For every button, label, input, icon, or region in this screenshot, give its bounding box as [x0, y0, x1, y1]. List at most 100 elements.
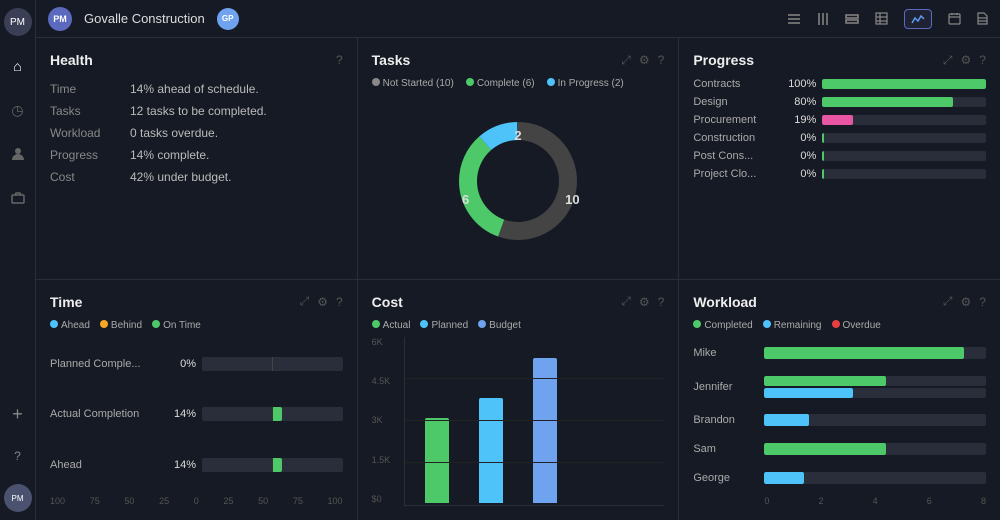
cost-panel: Cost ⤢ ⚙ ? Actual Planned Budget $0 1.5K… — [358, 280, 679, 520]
health-help-icon[interactable]: ? — [336, 53, 343, 67]
briefcase-icon[interactable] — [4, 184, 32, 212]
health-panel: Health ? Time 14% ahead of schedule. Tas… — [36, 38, 357, 279]
mike-bar-bg — [764, 347, 986, 359]
workload-legend: Completed Remaining Overdue — [693, 320, 986, 331]
health-cost-row: Cost 42% under budget. — [50, 166, 343, 188]
health-progress-value: 14% complete. — [130, 144, 343, 166]
remaining-legend: Remaining — [763, 320, 822, 331]
cost-title: Cost — [372, 294, 622, 310]
workload-george-row: George — [693, 472, 986, 484]
contracts-bar — [822, 79, 986, 89]
clock-icon[interactable]: ◷ — [4, 96, 32, 124]
construction-bar — [822, 133, 824, 143]
workload-brandon-row: Brandon — [693, 414, 986, 426]
complete-legend: Complete (6) — [466, 78, 535, 89]
progress-help-icon[interactable]: ? — [979, 53, 986, 67]
user-avatar[interactable]: PM — [4, 484, 32, 512]
cost-expand-icon[interactable]: ⤢ — [621, 294, 631, 309]
contracts-pct: 100% — [784, 78, 816, 90]
table-view-icon[interactable] — [875, 12, 888, 25]
columns-view-icon[interactable] — [817, 13, 829, 25]
add-icon[interactable]: + — [4, 400, 32, 428]
progress-procurement-row: Procurement 19% — [693, 114, 986, 126]
postconstruction-label: Post Cons... — [693, 150, 778, 162]
app-logo[interactable]: PM — [4, 8, 32, 36]
design-bar-bg — [822, 97, 986, 107]
health-cost-label: Cost — [50, 166, 130, 188]
progress-header: Progress ⤢ ⚙ ? — [693, 52, 986, 68]
file-view-icon[interactable] — [977, 12, 988, 25]
cost-legend: Actual Planned Budget — [372, 320, 665, 331]
actual-center-line — [272, 407, 273, 421]
procurement-bar — [822, 115, 853, 125]
progress-projectclose-row: Project Clo... 0% — [693, 168, 986, 180]
workload-axis: 0 2 4 6 8 — [693, 496, 986, 506]
header: PM Govalle Construction GP — [36, 0, 1000, 38]
procurement-label: Procurement — [693, 114, 778, 126]
tasks-settings-icon[interactable]: ⚙ — [639, 53, 650, 67]
sam-bar — [764, 443, 886, 455]
time-settings-icon[interactable]: ⚙ — [317, 295, 328, 309]
progress-expand-icon[interactable]: ⤢ — [943, 53, 953, 68]
cost-bars-container — [404, 337, 665, 507]
cost-y-axis: $0 1.5K 3K 4.5K 6K — [372, 337, 404, 507]
health-time-label: Time — [50, 78, 130, 100]
health-progress-row: Progress 14% complete. — [50, 144, 343, 166]
ahead-label: Ahead — [50, 459, 160, 471]
time-help-icon[interactable]: ? — [336, 295, 343, 309]
completed-legend: Completed — [693, 320, 752, 331]
cost-y-2: 3K — [372, 415, 398, 425]
cost-y-3: 4.5K — [372, 376, 398, 386]
workload-settings-icon[interactable]: ⚙ — [961, 295, 972, 309]
cost-planned-bar — [479, 398, 503, 503]
cost-help-icon[interactable]: ? — [658, 295, 665, 309]
budget-legend: Budget — [478, 320, 521, 331]
cost-settings-icon[interactable]: ⚙ — [639, 295, 650, 309]
brandon-bar — [764, 414, 808, 426]
tasks-panel: Tasks ⤢ ⚙ ? Not Started (10) Complete (6… — [358, 38, 679, 279]
users-icon[interactable] — [4, 140, 32, 168]
rows-view-icon[interactable] — [845, 14, 859, 24]
workload-expand-icon[interactable]: ⤢ — [943, 294, 953, 309]
health-tasks-row: Tasks 12 tasks to be completed. — [50, 100, 343, 122]
jennifer-remaining-bar — [764, 388, 853, 398]
calendar-view-icon[interactable] — [948, 12, 961, 25]
workload-mike-row: Mike — [693, 347, 986, 359]
tasks-help-icon[interactable]: ? — [658, 53, 665, 67]
ontime-legend: On Time — [152, 320, 201, 331]
projectclose-label: Project Clo... — [693, 168, 778, 180]
actual-label: Actual Completion — [50, 408, 160, 420]
health-time-value: 14% ahead of schedule. — [130, 78, 343, 100]
health-cost-value: 42% under budget. — [130, 166, 343, 188]
time-expand-icon[interactable]: ⤢ — [300, 294, 310, 309]
axis-8: 8 — [981, 496, 986, 506]
cost-actual-bar — [425, 418, 449, 503]
axis-0: 0 — [764, 496, 769, 506]
task-right-label: 10 — [565, 192, 579, 207]
progress-settings-icon[interactable]: ⚙ — [961, 53, 972, 67]
time-actual-row: Actual Completion 14% — [50, 407, 343, 421]
actual-legend: Actual — [372, 320, 411, 331]
planned-legend: Planned — [420, 320, 468, 331]
workload-help-icon[interactable]: ? — [979, 295, 986, 309]
header-title: Govalle Construction — [84, 11, 205, 26]
planned-label: Planned Comple... — [50, 358, 160, 370]
jennifer-label: Jennifer — [693, 381, 758, 393]
workload-sam-row: Sam — [693, 443, 986, 455]
cost-group-1 — [425, 418, 449, 503]
time-actions: ⤢ ⚙ ? — [300, 294, 343, 309]
sam-label: Sam — [693, 443, 758, 455]
cost-y-1: 1.5K — [372, 455, 398, 465]
header-user-avatar[interactable]: GP — [217, 8, 239, 30]
projectclose-bar-bg — [822, 169, 986, 179]
help-icon[interactable]: ? — [4, 442, 32, 470]
progress-construction-row: Construction 0% — [693, 132, 986, 144]
chart-view-icon[interactable] — [904, 9, 932, 29]
design-pct: 80% — [784, 96, 816, 108]
ahead-bar — [272, 458, 282, 472]
list-view-icon[interactable] — [787, 13, 801, 25]
tasks-legend: Not Started (10) Complete (6) In Progres… — [372, 78, 665, 89]
home-icon[interactable]: ⌂ — [4, 52, 32, 80]
tasks-expand-icon[interactable]: ⤢ — [621, 53, 631, 68]
health-actions: ? — [336, 53, 343, 67]
